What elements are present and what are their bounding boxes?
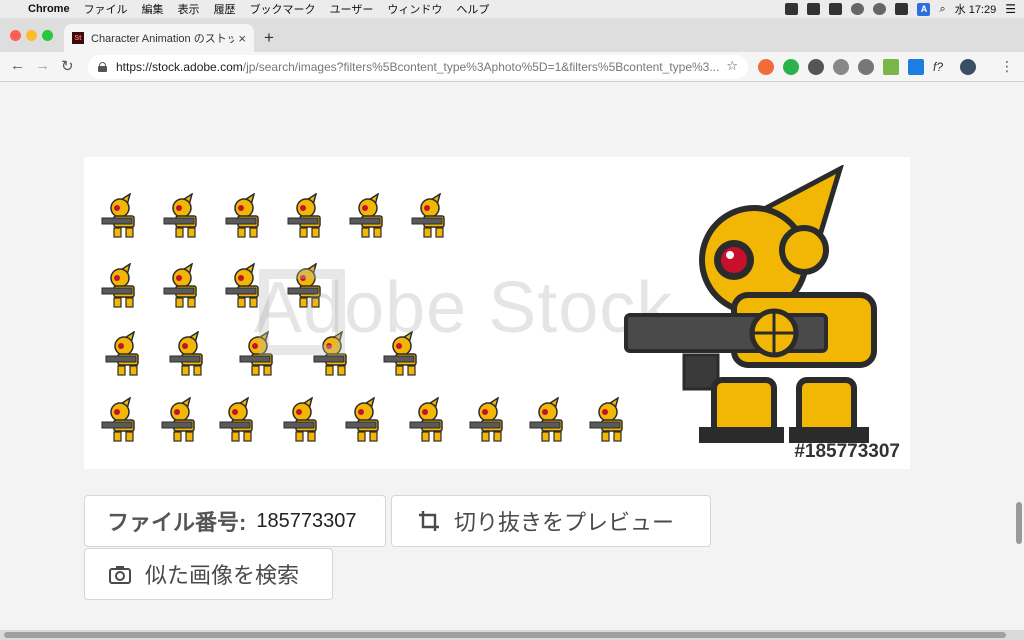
sprite-frame [469,397,503,442]
app-tray-icon[interactable] [807,3,821,15]
forward-button[interactable]: → [35,57,50,74]
menu-window[interactable]: ウィンドウ [387,1,442,17]
crop-preview-label: 切り抜きをプレビュー [454,510,675,535]
menu-help[interactable]: ヘルプ [456,1,489,17]
file-number-label: ファイル番号: [107,510,247,535]
watermark-text: Adobe Stock [254,268,674,348]
menu-app-name[interactable]: Chrome [28,3,70,15]
tab-close-icon[interactable]: × [238,31,246,46]
file-number-value: 185773307 [256,509,357,532]
sprite-frame [101,193,135,238]
url-path: /jp/search/images?filters%5Bcontent_type… [242,60,720,74]
input-source-icon[interactable]: A [917,2,931,16]
dropbox-icon[interactable] [829,3,843,15]
creative-cloud-icon[interactable] [785,3,799,15]
sprite-frame [287,193,321,238]
tab-bar: St Character Animation のストック × + [0,18,1024,52]
font-ext-icon[interactable]: f? [933,60,951,74]
new-tab-button[interactable]: + [264,28,274,48]
sprite-frame [163,193,197,238]
sprite-frame [161,397,195,442]
status-tray: A ⌕ 水 17:29 ☰ [785,0,1016,18]
file-number-button[interactable]: ファイル番号: 185773307 [84,495,386,547]
menu-edit[interactable]: 編集 [142,1,164,17]
similar-search-button[interactable]: 似た画像を検索 [84,548,333,600]
image-file-number-tag: #185773307 [794,441,900,462]
sprite-frame [105,331,139,376]
window-close-button[interactable] [10,30,21,41]
tab-active[interactable]: St Character Animation のストック × [64,24,254,52]
camera-icon [109,564,131,584]
crop-icon [418,510,440,532]
menu-bookmarks[interactable]: ブックマーク [250,1,316,17]
page-content: Adobe Stock #185773307 ファイル番号: 185773307 [0,82,1024,630]
menu-user[interactable]: ユーザー [330,1,374,17]
menu-history[interactable]: 履歴 [214,1,236,17]
window-zoom-button[interactable] [42,30,53,41]
ext-globe-icon[interactable] [833,59,849,75]
notification-center-icon[interactable]: ☰ [1005,2,1016,16]
horizontal-scrollbar[interactable] [0,630,1024,640]
horizontal-scroll-thumb[interactable] [4,632,1006,638]
sprite-frame [225,193,259,238]
volume-icon[interactable] [895,3,909,15]
bookmark-star-icon[interactable]: ☆ [726,58,738,74]
browser-toolbar: ← → ↻ https://stock.adobe.com/jp/search/… [0,52,1024,82]
wifi-icon[interactable] [873,3,887,15]
robot-hero-illustration [624,165,877,443]
sprite-frame [409,397,443,442]
sprite-frame [163,263,197,308]
lock-icon[interactable] [98,62,107,72]
sprite-frame [219,397,253,442]
address-bar[interactable]: https://stock.adobe.com/jp/search/images… [88,55,748,79]
menu-clock[interactable]: 水 17:29 [955,1,997,17]
tab-title: Character Animation のストック [91,33,235,45]
sprite-frame [349,193,383,238]
chrome-menu-icon[interactable]: ⋮ [1000,58,1014,75]
vertical-scroll-thumb[interactable] [1016,502,1022,544]
back-button[interactable]: ← [10,57,25,74]
spotlight-icon[interactable]: ⌕ [939,3,945,16]
menu-file[interactable]: ファイル [84,1,128,17]
ext-ring-icon[interactable] [758,59,774,75]
sprite-frame [169,331,203,376]
profile-avatar[interactable] [960,59,976,75]
adobe-stock-favicon: St [72,32,84,44]
vertical-scrollbar[interactable] [1014,82,1024,630]
sprite-frame [345,397,379,442]
ext-sheet-icon[interactable] [883,59,899,75]
sprite-frame [529,397,563,442]
stock-image-preview[interactable]: Adobe Stock #185773307 [84,157,910,469]
window-minimize-button[interactable] [26,30,37,41]
macos-menu-bar: Chrome ファイル 編集 表示 履歴 ブックマーク ユーザー ウィンドウ ヘ… [0,0,1024,18]
sprite-frame [411,193,445,238]
similar-search-label: 似た画像を検索 [145,563,300,588]
menu-view[interactable]: 表示 [178,1,200,17]
ext-tool-icon[interactable] [808,59,824,75]
url-host: https://stock.adobe.com [116,60,243,74]
ext-cloud-icon[interactable] [858,59,874,75]
crop-preview-button[interactable]: 切り抜きをプレビュー [391,495,711,547]
sprite-frame [283,397,317,442]
sprite-frame [101,263,135,308]
sprite-frame [101,397,135,442]
dropbox-ext-icon[interactable] [908,59,924,75]
sync-icon[interactable] [851,3,865,15]
reload-button[interactable]: ↻ [61,57,74,75]
extensions-bar: f? [758,59,976,75]
evernote-icon[interactable] [783,59,799,75]
